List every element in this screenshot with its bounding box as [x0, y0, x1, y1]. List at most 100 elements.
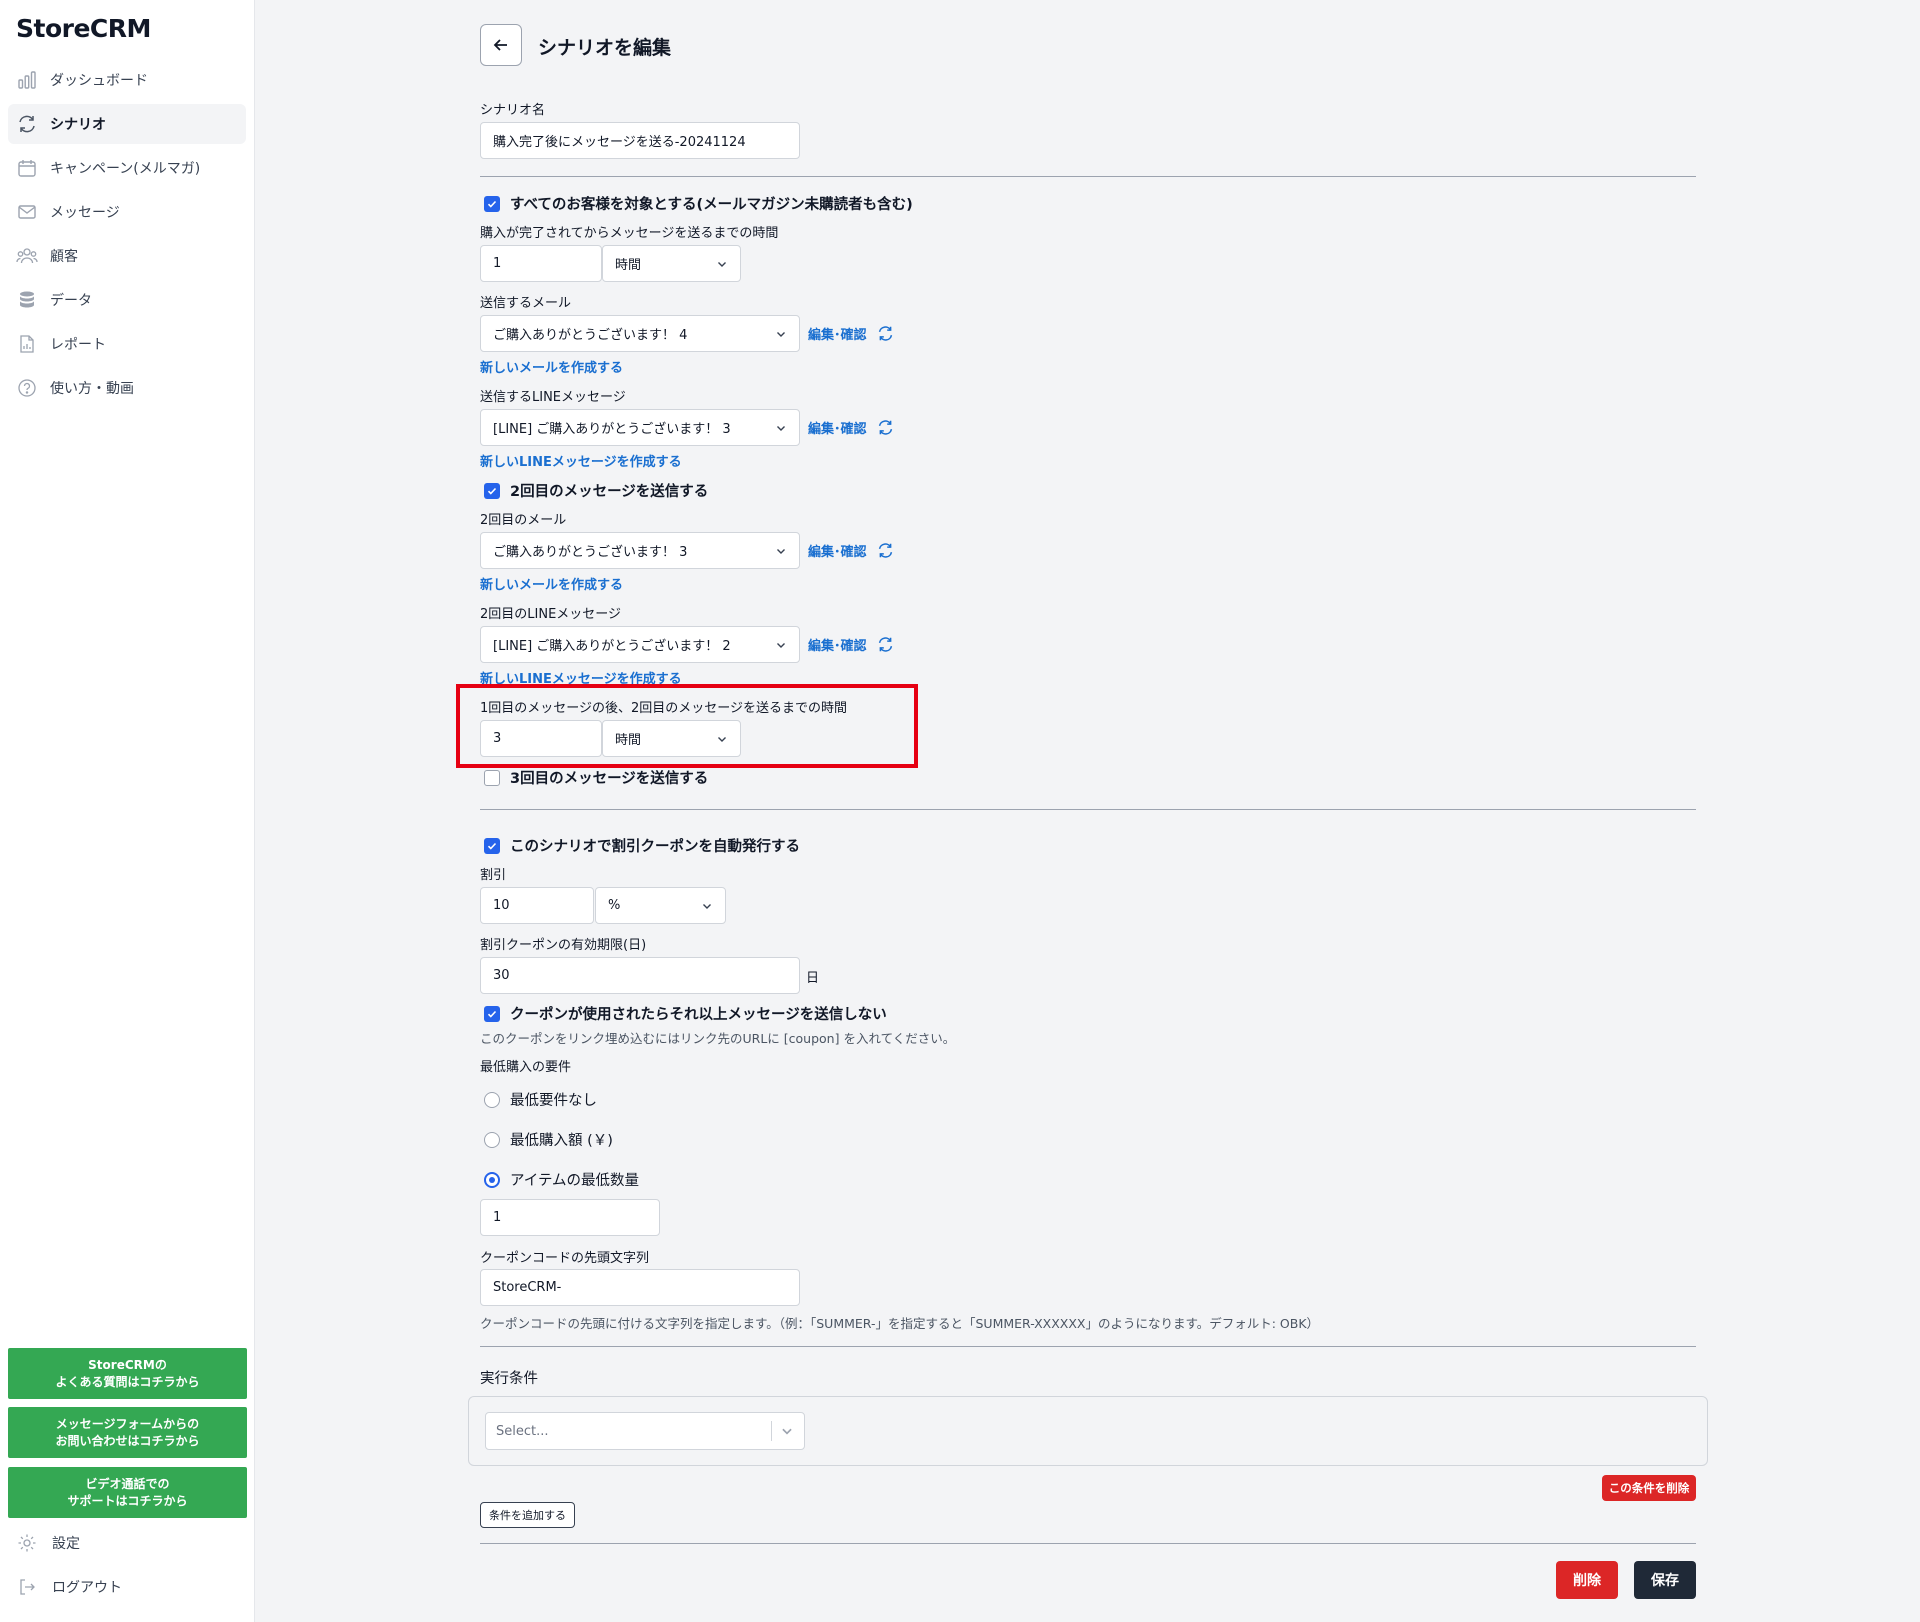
coupon-auto-label: このシナリオで割引クーポンを自動発行する: [510, 839, 800, 855]
new-line-link[interactable]: 新しいLINEメッセージを作成する: [480, 451, 682, 470]
min-qty-input[interactable]: 1: [480, 1199, 660, 1236]
all-customers-label: すべてのお客様を対象とする(メールマガジン未購読者も含む): [510, 197, 913, 213]
select-value: ご購入ありがとうございます！ 4: [493, 328, 688, 343]
sidebar-item-settings[interactable]: 設定: [16, 1532, 80, 1554]
second-send-checkbox[interactable]: 2回目のメッセージを送信する: [484, 480, 708, 501]
highlight-box: [456, 684, 918, 768]
min-purchase-label: 最低購入の要件: [480, 1060, 572, 1075]
radio-min-qty[interactable]: アイテムの最低数量: [484, 1169, 639, 1190]
refresh-icon[interactable]: [877, 542, 894, 559]
third-send-checkbox[interactable]: 3回目のメッセージを送信する: [484, 767, 708, 788]
arrow-left-icon: [493, 39, 507, 51]
refresh-icon[interactable]: [877, 419, 894, 436]
refresh-icon[interactable]: [877, 325, 894, 342]
all-customers-checkbox[interactable]: すべてのお客様を対象とする(メールマガジン未購読者も含む): [484, 193, 913, 214]
edit-confirm-label: 編集･確認: [808, 639, 867, 654]
radio-label: アイテムの最低数量: [510, 1173, 640, 1189]
scenario-name-label: シナリオ名: [480, 103, 546, 118]
checkbox-unchecked[interactable]: [484, 769, 500, 786]
sidebar-item-scenario[interactable]: シナリオ: [8, 104, 246, 144]
sidebar-item-customers[interactable]: 顧客: [8, 236, 246, 276]
refresh-icon[interactable]: [877, 636, 894, 653]
calendar-icon: [16, 157, 38, 179]
sidebar-item-data[interactable]: データ: [8, 280, 246, 320]
line-edit-link[interactable]: 編集･確認: [808, 418, 894, 437]
document-chart-icon: [16, 333, 38, 355]
checkbox-checked[interactable]: [484, 1005, 500, 1022]
scenario-name-input[interactable]: 購入完了後にメッセージを送る-20241124: [480, 122, 800, 159]
prefix-label: クーポンコードの先頭文字列: [480, 1251, 650, 1266]
line-label: 送信するLINEメッセージ: [480, 390, 626, 405]
sidebar-nav: ダッシュボード シナリオ キャンペーン(メルマガ) メッセージ 顧客 データ レ…: [8, 60, 246, 412]
second-new-mail-link[interactable]: 新しいメールを作成する: [480, 574, 623, 593]
chevron-down-icon: [777, 548, 785, 554]
add-condition-button[interactable]: 条件を追加する: [480, 1502, 575, 1528]
stop-on-use-checkbox[interactable]: クーポンが使用されたらそれ以上メッセージを送信しない: [484, 1003, 887, 1024]
coupon-auto-checkbox[interactable]: このシナリオで割引クーポンを自動発行する: [484, 835, 800, 856]
prefix-input[interactable]: StoreCRM-: [480, 1269, 800, 1306]
radio-button-selected[interactable]: [484, 1171, 500, 1188]
sidebar-item-message[interactable]: メッセージ: [8, 192, 246, 232]
gear-icon: [16, 1532, 38, 1554]
divider: [480, 809, 1696, 810]
radio-button[interactable]: [484, 1091, 500, 1108]
sidebar-item-help[interactable]: 使い方・動画: [8, 368, 246, 408]
mail-select[interactable]: ご購入ありがとうございます！ 4: [480, 315, 800, 352]
question-icon: [16, 377, 38, 399]
radio-button[interactable]: [484, 1131, 500, 1148]
second-line-edit-link[interactable]: 編集･確認: [808, 635, 894, 654]
discount-input[interactable]: 10: [480, 887, 594, 924]
video-support-button[interactable]: ビデオ通話での サポートはコチラから: [8, 1467, 247, 1518]
select-value: [LINE] ご購入ありがとうございます！ 2: [493, 639, 731, 654]
logout-icon: [16, 1576, 38, 1598]
mail-edit-link[interactable]: 編集･確認: [808, 324, 894, 343]
edit-confirm-label: 編集･確認: [808, 545, 867, 560]
users-icon: [16, 245, 38, 267]
faq-button[interactable]: StoreCRMの よくある質問はコチラから: [8, 1348, 247, 1399]
mail-label: 送信するメール: [480, 296, 572, 311]
second-line-label: 2回目のLINEメッセージ: [480, 607, 622, 622]
checkbox-checked[interactable]: [484, 482, 500, 499]
sidebar-item-logout[interactable]: ログアウト: [16, 1576, 122, 1598]
select-value: [LINE] ご購入ありがとうございます！ 3: [493, 422, 731, 437]
contact-form-button[interactable]: メッセージフォームからの お問い合わせはコチラから: [8, 1407, 247, 1458]
divider: [480, 1543, 1696, 1544]
sidebar-item-report[interactable]: レポート: [8, 324, 246, 364]
second-mail-edit-link[interactable]: 編集･確認: [808, 541, 894, 560]
stop-on-use-label: クーポンが使用されたらそれ以上メッセージを送信しない: [510, 1007, 887, 1023]
sidebar-item-label: シナリオ: [50, 117, 106, 133]
sidebar-item-label: ログアウト: [52, 1580, 122, 1596]
coupon-expiry-input[interactable]: 30: [480, 957, 800, 994]
coupon-note: このクーポンをリンク埋め込むにはリンク先のURLに [coupon] を入れてく…: [480, 1031, 956, 1046]
checkbox-checked[interactable]: [484, 195, 500, 212]
edit-confirm-label: 編集･確認: [808, 328, 867, 343]
line-select[interactable]: [LINE] ご購入ありがとうございます！ 3: [480, 409, 800, 446]
second-mail-select[interactable]: ご購入ありがとうございます！ 3: [480, 532, 800, 569]
sidebar-item-campaign[interactable]: キャンペーン(メルマガ): [8, 148, 246, 188]
third-send-label: 3回目のメッセージを送信する: [510, 771, 709, 787]
delete-condition-button[interactable]: この条件を削除: [1602, 1475, 1696, 1501]
radio-min-none[interactable]: 最低要件なし: [484, 1089, 597, 1110]
checkbox-checked[interactable]: [484, 837, 500, 854]
bar-chart-icon: [16, 69, 38, 91]
main-content: シナリオを編集 シナリオ名 購入完了後にメッセージを送る-20241124 すべ…: [256, 0, 1920, 1622]
new-mail-link[interactable]: 新しいメールを作成する: [480, 357, 623, 376]
first-delay-unit-select[interactable]: 時間: [602, 245, 741, 282]
select-value: %: [608, 898, 621, 913]
sidebar-item-dashboard[interactable]: ダッシュボード: [8, 60, 246, 100]
save-button[interactable]: 保存: [1634, 1561, 1696, 1599]
sidebar-item-label: メッセージ: [50, 205, 120, 221]
first-delay-input[interactable]: 1: [480, 245, 602, 282]
first-delay-label: 購入が完了されてからメッセージを送るまでの時間: [480, 226, 779, 241]
radio-label: 最低購入額 (￥): [510, 1133, 613, 1149]
back-button[interactable]: [480, 24, 522, 66]
discount-unit-select[interactable]: %: [595, 887, 726, 924]
chevron-down-icon: [703, 903, 711, 909]
condition-select[interactable]: Select...: [485, 1412, 805, 1450]
sidebar: StoreCRM ダッシュボード シナリオ キャンペーン(メルマガ) メッセージ: [0, 0, 255, 1622]
radio-min-amount[interactable]: 最低購入額 (￥): [484, 1129, 613, 1150]
sidebar-item-label: 顧客: [50, 249, 78, 265]
second-send-label: 2回目のメッセージを送信する: [510, 484, 709, 500]
second-line-select[interactable]: [LINE] ご購入ありがとうございます！ 2: [480, 626, 800, 663]
delete-button[interactable]: 削除: [1556, 1561, 1618, 1599]
